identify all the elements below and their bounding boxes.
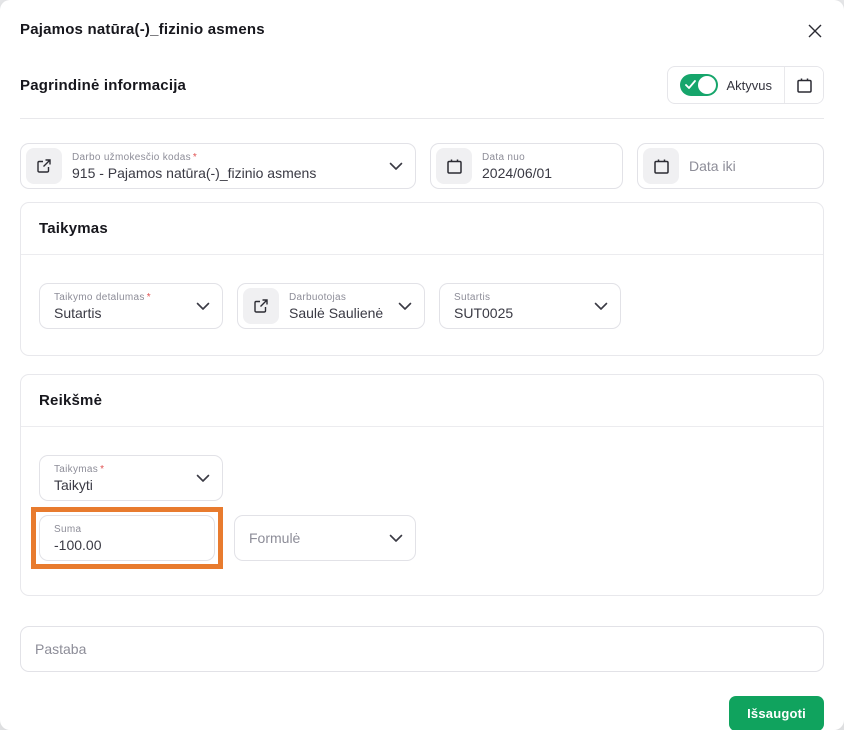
- field-label: Data nuo: [482, 151, 610, 164]
- page-title: Pagrindinė informacija: [20, 77, 186, 94]
- field-value: 915 - Pajamos natūra(-)_fizinio asmens: [72, 164, 381, 182]
- application-detail-select[interactable]: Taikymo detalumas* Sutartis: [39, 283, 223, 329]
- field-value: 2024/06/01: [482, 164, 610, 182]
- chevron-down-icon: [594, 302, 608, 311]
- chevron-down-icon: [398, 302, 412, 311]
- field-label: Suma: [54, 523, 202, 536]
- field-placeholder: Formulė: [249, 530, 381, 546]
- header-row: Pagrindinė informacija Aktyvus: [20, 66, 824, 104]
- main-fields-row: Darbo užmokesčio kodas* 915 - Pajamos na…: [20, 143, 824, 189]
- apply-select[interactable]: Taikymas* Taikyti: [39, 455, 223, 501]
- note-field[interactable]: [20, 626, 824, 672]
- amount-input[interactable]: [54, 536, 202, 554]
- open-record-button[interactable]: [26, 148, 62, 184]
- note-input[interactable]: [35, 641, 811, 657]
- application-section: Taikymas Taikymo detalumas* Sutartis: [20, 202, 824, 356]
- date-picker-button[interactable]: [643, 148, 679, 184]
- wage-code-select[interactable]: Darbo užmokesčio kodas* 915 - Pajamos na…: [20, 143, 416, 189]
- toggle-switch-icon[interactable]: [680, 74, 718, 96]
- amount-field[interactable]: Suma: [39, 515, 215, 561]
- date-to-field[interactable]: Data iki: [637, 143, 824, 189]
- field-value: Sutartis: [54, 304, 188, 322]
- chevron-down-icon: [196, 302, 210, 311]
- employee-select[interactable]: Darbuotojas Saulė Saulienė: [237, 283, 425, 329]
- status-control: Aktyvus: [667, 66, 824, 104]
- section-title: Taikymas: [39, 220, 805, 237]
- toggle-label: Aktyvus: [726, 78, 772, 93]
- section-header: Taikymas: [21, 203, 823, 254]
- chevron-down-icon: [389, 162, 403, 171]
- section-title: Reikšmė: [39, 392, 805, 409]
- highlight-annotation-box: Suma: [31, 507, 223, 569]
- divider: [20, 118, 824, 119]
- open-record-button[interactable]: [243, 288, 279, 324]
- field-value: Saulė Saulienė: [289, 304, 390, 322]
- formula-select[interactable]: Formulė: [234, 515, 416, 561]
- check-icon: [685, 80, 696, 90]
- field-label: Darbuotojas: [289, 291, 390, 304]
- calendar-icon: [796, 77, 813, 94]
- external-link-icon: [36, 158, 52, 174]
- section-header: Reikšmė: [21, 375, 823, 426]
- date-from-field[interactable]: Data nuo 2024/06/01: [430, 143, 623, 189]
- value-section: Reikšmė Taikymas* Taikyti: [20, 374, 824, 596]
- field-label: Sutartis: [454, 291, 586, 304]
- active-toggle[interactable]: Aktyvus: [668, 67, 784, 103]
- field-label: Taikymas*: [54, 463, 188, 476]
- field-value: Taikyti: [54, 476, 188, 494]
- chevron-down-icon: [389, 534, 403, 543]
- footer: Išsaugoti: [20, 696, 824, 730]
- calendar-icon: [446, 158, 463, 175]
- history-calendar-button[interactable]: [785, 67, 823, 103]
- chevron-down-icon: [196, 474, 210, 483]
- external-link-icon: [253, 298, 269, 314]
- date-picker-button[interactable]: [436, 148, 472, 184]
- field-label: Darbo užmokesčio kodas*: [72, 151, 381, 164]
- save-button[interactable]: Išsaugoti: [729, 696, 824, 730]
- close-icon: [804, 20, 826, 42]
- field-placeholder: Data iki: [689, 158, 736, 174]
- field-label: Taikymo detalumas*: [54, 291, 188, 304]
- contract-select[interactable]: Sutartis SUT0025: [439, 283, 621, 329]
- field-value: SUT0025: [454, 304, 586, 322]
- close-button[interactable]: [802, 18, 828, 44]
- modal-dialog: Pajamos natūra(-)_fizinio asmens Pagrind…: [0, 0, 844, 730]
- calendar-icon: [653, 158, 670, 175]
- modal-title: Pajamos natūra(-)_fizinio asmens: [20, 18, 265, 38]
- titlebar: Pajamos natūra(-)_fizinio asmens: [20, 0, 824, 44]
